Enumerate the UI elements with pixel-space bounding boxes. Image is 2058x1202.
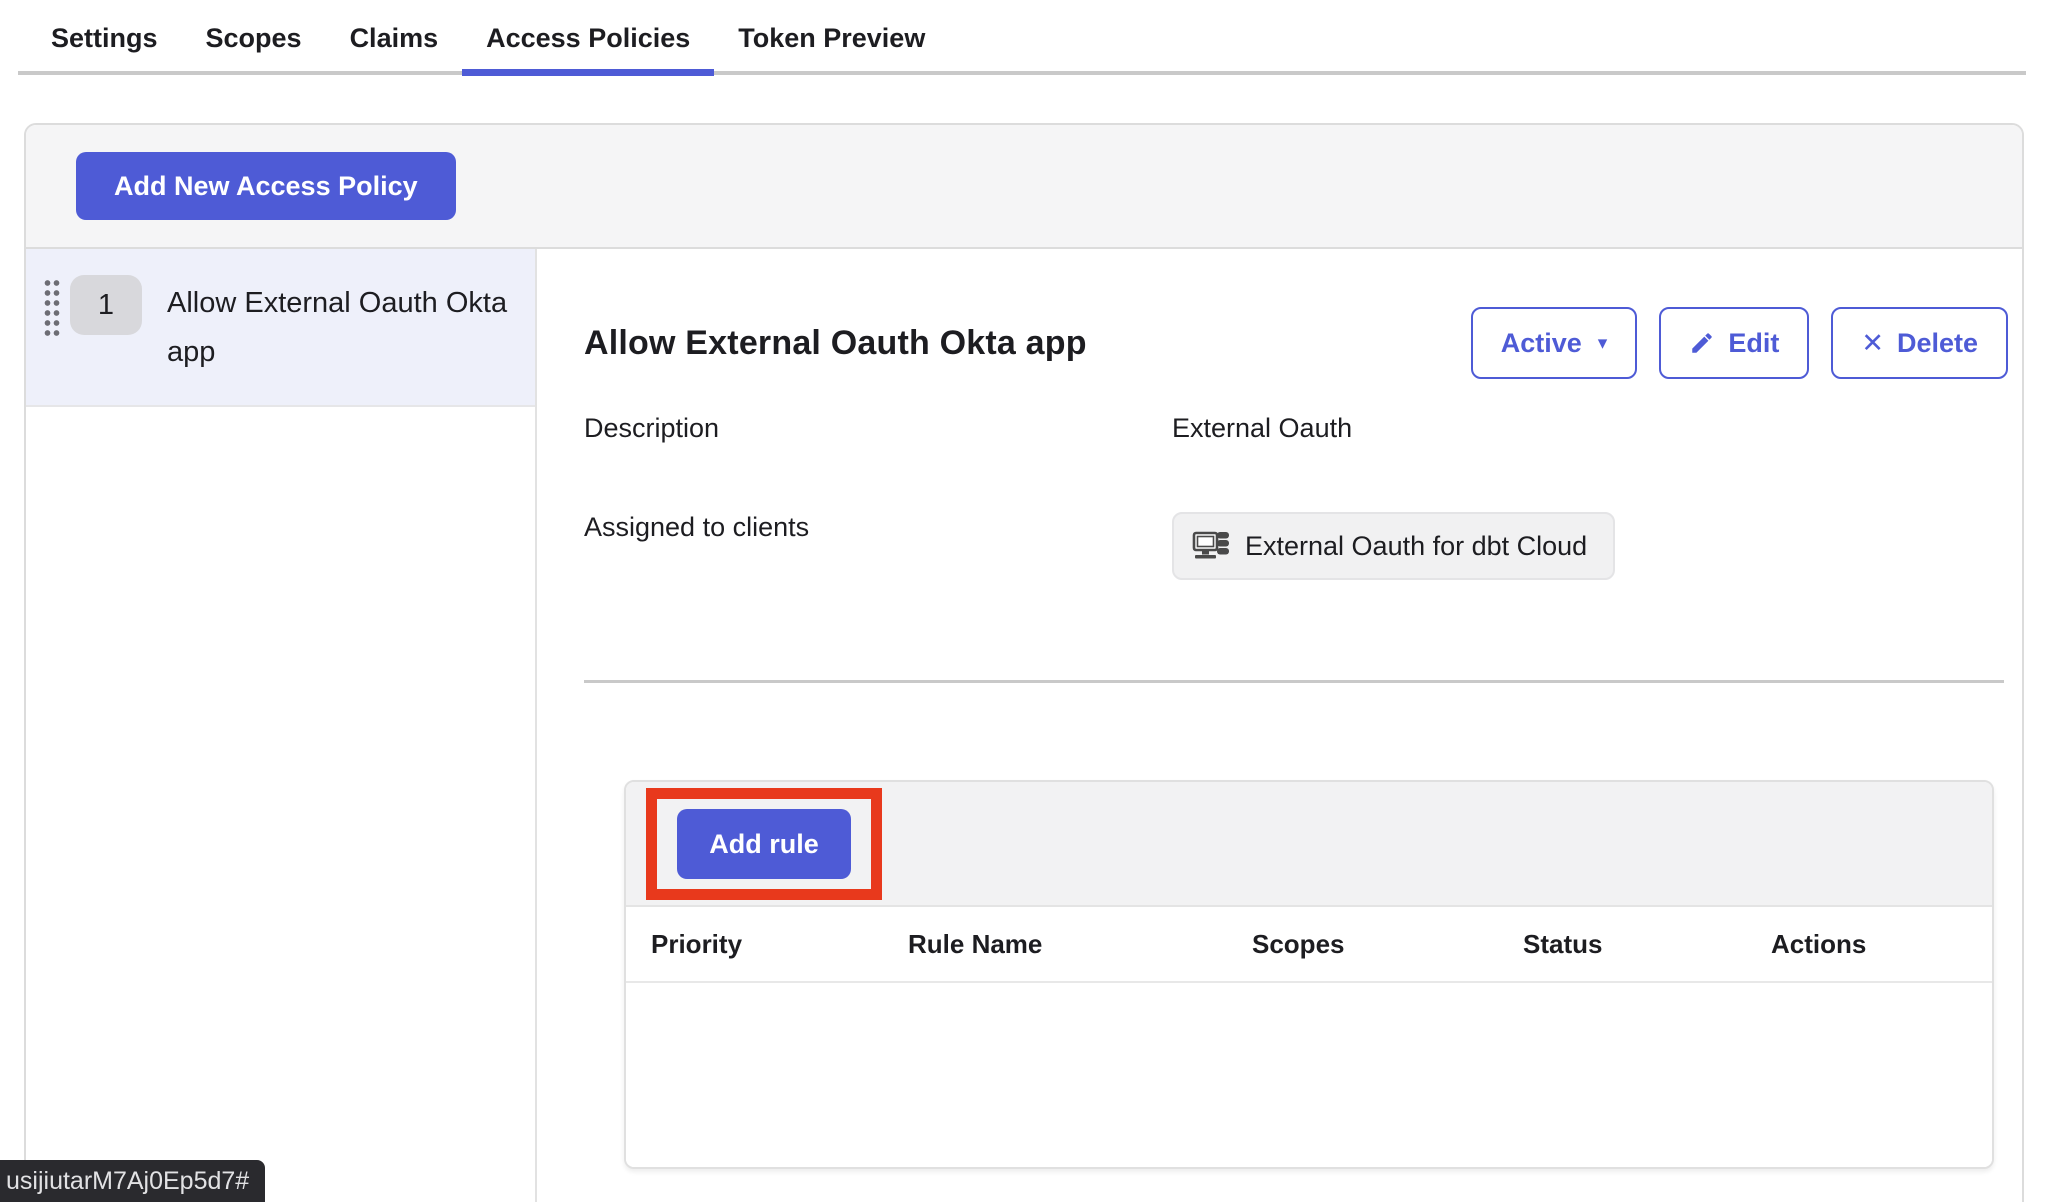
edit-button-label: Edit [1728,328,1779,359]
description-label: Description [584,413,1172,444]
delete-button[interactable]: ✕ Delete [1831,307,2008,379]
tab-access-policies[interactable]: Access Policies [462,0,714,76]
close-icon: ✕ [1861,328,1884,359]
add-new-access-policy-button[interactable]: Add New Access Policy [76,152,456,220]
description-value: External Oauth [1172,413,2008,444]
rules-table-header: Priority Rule Name Scopes Status Actions [626,907,1992,983]
priority-badge: 1 [70,275,142,335]
policy-name-label: Allow External Oauth Okta app [167,275,521,377]
tab-claims[interactable]: Claims [326,0,463,76]
policy-list: 1 Allow External Oauth Okta app [26,249,537,1202]
add-rule-button[interactable]: Add rule [677,809,851,879]
policy-detail-panel: Allow External Oauth Okta app Active ▾ [537,249,2022,1202]
column-header-status: Status [1523,929,1771,960]
access-policies-card: Add New Access Policy 1 Allow External O… [24,123,2024,1202]
client-chip[interactable]: External Oauth for dbt Cloud [1172,512,1615,580]
policy-actions: Active ▾ Edit ✕ [1471,307,2008,379]
assigned-clients-label: Assigned to clients [584,512,1172,543]
policies-toolbar: Add New Access Policy [26,125,2022,249]
rules-table-body-empty [626,983,1992,1167]
column-header-rule-name: Rule Name [908,929,1252,960]
tab-scopes-label: Scopes [206,23,302,54]
tab-token-preview-label: Token Preview [738,23,925,54]
tab-settings-label: Settings [51,23,158,54]
access-policies-page: Settings Scopes Claims Access Policies T… [0,0,2058,1202]
section-divider [584,680,2004,683]
pencil-icon [1689,330,1715,356]
computer-icon [1192,530,1230,562]
edit-button[interactable]: Edit [1659,307,1809,379]
active-status-label: Active [1501,328,1582,359]
active-tab-underline [462,69,714,76]
delete-button-label: Delete [1897,328,1978,359]
client-chip-label: External Oauth for dbt Cloud [1245,531,1587,562]
policy-list-item[interactable]: 1 Allow External Oauth Okta app [26,249,535,407]
tab-settings[interactable]: Settings [27,0,182,76]
rules-toolbar: Add rule [626,782,1992,907]
annotation-highlight-box: Add rule [646,788,882,900]
policy-title: Allow External Oauth Okta app [584,324,1087,363]
column-header-priority: Priority [651,929,908,960]
policy-info: Description External Oauth Assigned to c… [584,413,2008,580]
chevron-down-icon: ▾ [1598,332,1608,355]
rules-card: Add rule Priority Rule Name Scopes Statu… [624,780,1994,1169]
column-header-actions: Actions [1771,929,1967,960]
tab-token-preview[interactable]: Token Preview [714,0,949,76]
column-header-scopes: Scopes [1252,929,1523,960]
active-status-dropdown[interactable]: Active ▾ [1471,307,1638,379]
tab-access-policies-label: Access Policies [486,23,690,54]
tab-bar: Settings Scopes Claims Access Policies T… [0,0,2058,76]
tab-claims-label: Claims [350,23,439,54]
link-preview-statusbar: usijiutarM7Aj0Ep5d7# [0,1160,265,1202]
drag-handle-icon[interactable] [42,277,60,337]
tab-scopes[interactable]: Scopes [182,0,326,76]
